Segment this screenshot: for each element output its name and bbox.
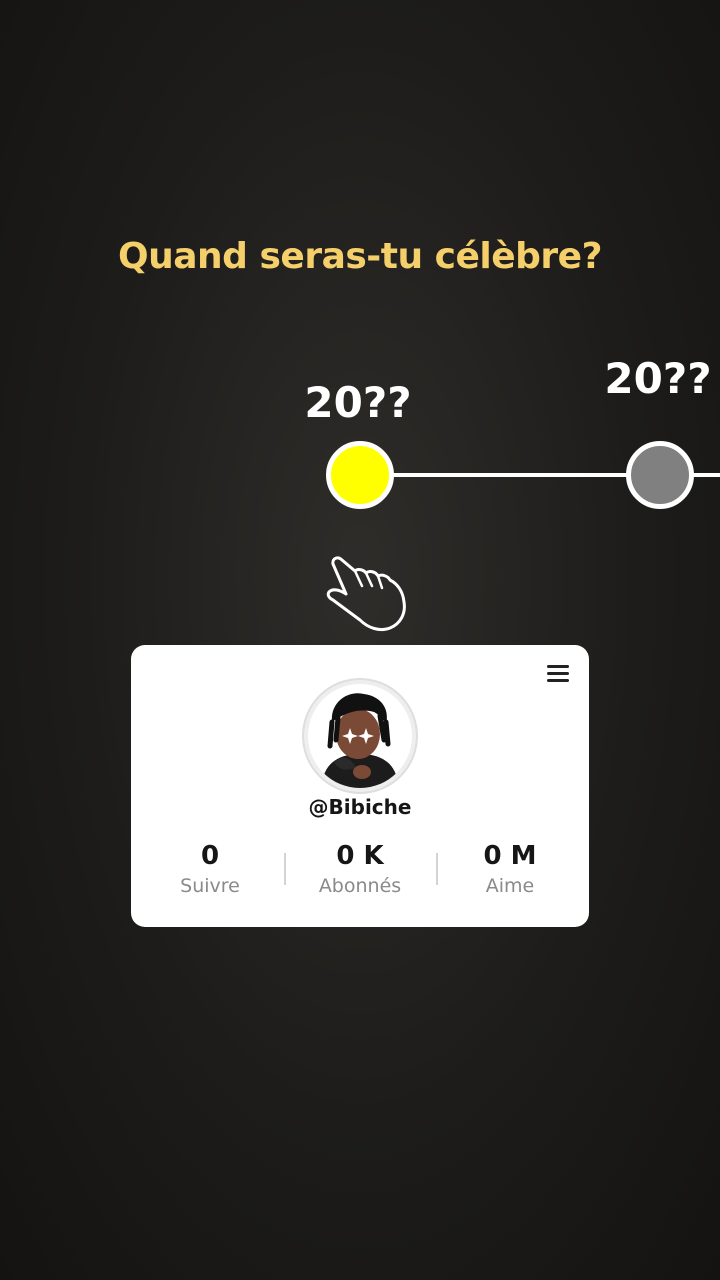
stat-followers[interactable]: 0 K Abonnés [285,839,435,899]
profile-username: @Bibiche [308,795,412,819]
stat-following-value: 0 [200,841,220,871]
profile-stats: 0 Suivre 0 K Abonnés 0 M Aime [131,839,589,903]
hand-pointer-icon [318,548,414,638]
stat-followers-label: Abonnés [318,875,402,897]
timeline-node-selected[interactable] [326,441,394,509]
timeline-node-next[interactable] [626,441,694,509]
profile-card: @Bibiche 0 Suivre 0 K Abonnés 0 M Aime [131,645,589,927]
stat-likes-label: Aime [485,875,535,897]
avatar [304,680,416,792]
stat-likes-value: 0 M [483,841,537,871]
stat-likes[interactable]: 0 M Aime [435,839,585,899]
question-title: Quand seras-tu célèbre? [118,236,602,277]
timeline-year-label-1: 20?? [304,378,412,427]
stat-following[interactable]: 0 Suivre [135,839,285,899]
stat-followers-value: 0 K [336,841,384,871]
timeline-year-label-2: 20?? [604,354,712,403]
hamburger-menu-icon[interactable] [547,665,569,683]
stat-following-label: Suivre [180,875,240,897]
